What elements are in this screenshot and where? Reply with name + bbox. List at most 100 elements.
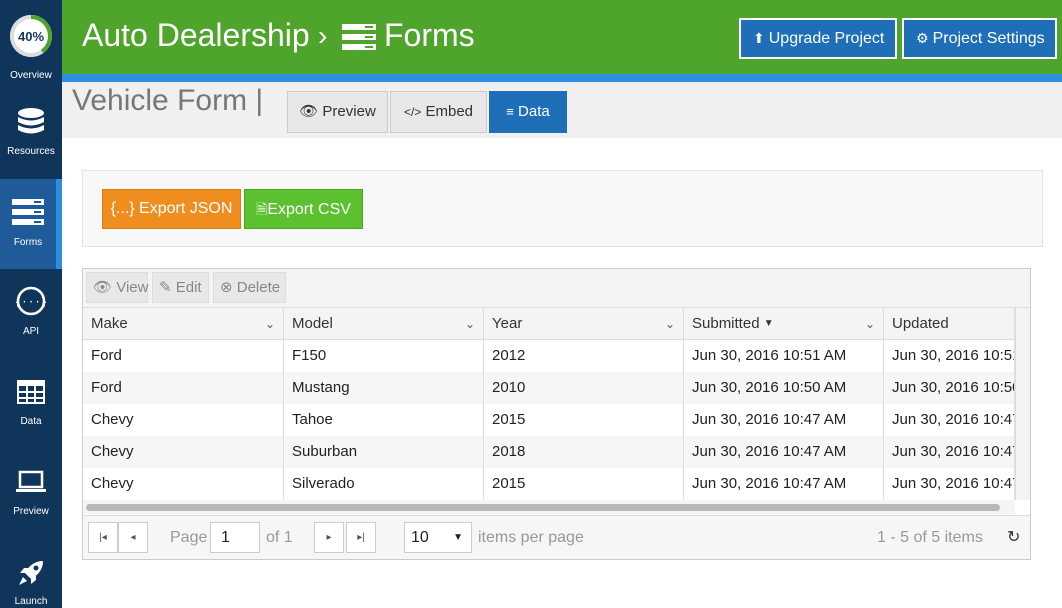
refresh-icon[interactable]: ↻ bbox=[1007, 522, 1020, 553]
table-cell: Suburban bbox=[284, 436, 484, 468]
sidebar-item-forms[interactable]: Forms bbox=[0, 179, 62, 269]
prev-page-button[interactable]: ◂ bbox=[118, 522, 148, 553]
grid-toolbar: 👁 View ✎ Edit ⊗ Delete bbox=[83, 269, 1030, 308]
tab-label: Data bbox=[518, 103, 550, 120]
grid-header-row: Make ⌄ Model ⌄ Year ⌄ Submitted ▼ ⌄ Upda… bbox=[83, 308, 1030, 340]
tab-preview[interactable]: 👁 Preview bbox=[287, 91, 388, 133]
table-cell: Jun 30, 2016 10:47 AM bbox=[884, 436, 1015, 468]
api-icon: {···} bbox=[16, 286, 46, 316]
progress-ring-icon: 40% bbox=[10, 15, 52, 57]
tab-embed[interactable]: </> Embed bbox=[390, 91, 487, 133]
chevron-down-icon[interactable]: ⌄ bbox=[465, 308, 475, 340]
database-icon: ≡ bbox=[506, 104, 514, 119]
table-cell: Chevy bbox=[83, 468, 284, 500]
sidebar-item-data[interactable]: Data bbox=[0, 358, 62, 448]
progress-label: 40% bbox=[18, 29, 44, 44]
chevron-down-icon[interactable]: ⌄ bbox=[265, 308, 275, 340]
table-cell: Jun 30, 2016 10:47 AM bbox=[684, 436, 884, 468]
edit-button[interactable]: ✎ Edit bbox=[152, 272, 209, 303]
column-header-make[interactable]: Make ⌄ bbox=[83, 308, 284, 340]
sidebar-item-label: API bbox=[22, 326, 40, 337]
table-row[interactable]: Chevy Suburban 2018 Jun 30, 2016 10:47 AM Ju… bbox=[83, 436, 1030, 468]
table-cell: Chevy bbox=[83, 404, 284, 436]
export-panel: {...} Export JSON 🗎Export CSV bbox=[82, 170, 1043, 247]
sidebar: 40% Overview Resources Forms {···} API D… bbox=[0, 0, 62, 608]
sidebar-item-label: Forms bbox=[13, 237, 43, 248]
edit-label: Edit bbox=[175, 279, 202, 296]
table-icon bbox=[17, 380, 45, 404]
sidebar-item-api[interactable]: {···} API bbox=[0, 268, 62, 358]
breadcrumb-forms[interactable]: Forms bbox=[384, 17, 475, 54]
next-page-button[interactable]: ▸ bbox=[314, 522, 344, 553]
sidebar-item-launch[interactable]: Launch bbox=[0, 538, 62, 608]
upgrade-project-label: Upgrade Project bbox=[768, 30, 885, 47]
sidebar-item-preview[interactable]: Preview bbox=[0, 448, 62, 538]
horizontal-scrollbar[interactable] bbox=[83, 500, 1015, 514]
table-cell: Jun 30, 2016 10:51 AM bbox=[884, 340, 1015, 372]
vertical-scrollbar[interactable] bbox=[1015, 308, 1030, 500]
column-header-year[interactable]: Year ⌄ bbox=[484, 308, 684, 340]
laptop-icon bbox=[16, 470, 46, 492]
project-settings-button[interactable]: ⚙ Project Settings bbox=[902, 18, 1057, 59]
table-cell: 2015 bbox=[484, 468, 684, 500]
page-size-value: 10 bbox=[411, 529, 429, 546]
column-header-submitted[interactable]: Submitted ▼ ⌄ bbox=[684, 308, 884, 340]
sidebar-item-label: Overview bbox=[10, 70, 52, 81]
column-label: Model bbox=[292, 315, 333, 332]
project-settings-label: Project Settings bbox=[932, 30, 1045, 47]
view-button[interactable]: 👁 View bbox=[86, 272, 148, 303]
table-row[interactable]: Chevy Silverado 2015 Jun 30, 2016 10:47 AM J… bbox=[83, 468, 1030, 500]
page-count: of 1 bbox=[266, 529, 293, 546]
page-label: Page bbox=[170, 529, 208, 546]
table-cell: Mustang bbox=[284, 372, 484, 404]
delete-button[interactable]: ⊗ Delete bbox=[213, 272, 286, 303]
tab-data[interactable]: ≡ Data bbox=[489, 91, 567, 133]
export-json-label: {...} Export JSON bbox=[110, 200, 233, 217]
page-input[interactable]: 1 bbox=[210, 522, 260, 553]
last-page-button[interactable]: ▸| bbox=[346, 522, 376, 553]
chevron-down-icon[interactable]: ⌄ bbox=[665, 308, 675, 340]
table-row[interactable]: Chevy Tahoe 2015 Jun 30, 2016 10:47 AM Jun 3… bbox=[83, 404, 1030, 436]
sidebar-item-resources[interactable]: Resources bbox=[0, 90, 62, 180]
table-cell: Ford bbox=[83, 340, 284, 372]
breadcrumb-separator: › bbox=[318, 20, 328, 51]
first-page-button[interactable]: |◂ bbox=[88, 522, 118, 553]
last-page-icon: ▸| bbox=[357, 532, 365, 543]
svg-text:{···}: {···} bbox=[16, 297, 46, 309]
chevron-down-icon[interactable]: ⌄ bbox=[865, 308, 875, 340]
column-header-model[interactable]: Model ⌄ bbox=[284, 308, 484, 340]
gears-icon: ⚙ bbox=[916, 30, 929, 46]
export-csv-button[interactable]: 🗎Export CSV bbox=[244, 189, 363, 229]
table-cell: Jun 30, 2016 10:50 AM bbox=[884, 372, 1015, 404]
table-cell: Jun 30, 2016 10:47 AM bbox=[684, 468, 884, 500]
prev-page-icon: ◂ bbox=[130, 532, 136, 543]
sort-desc-icon: ▼ bbox=[763, 318, 774, 329]
sidebar-item-label: Preview bbox=[13, 506, 49, 517]
sidebar-item-overview[interactable]: 40% Overview bbox=[0, 0, 62, 90]
table-cell: Jun 30, 2016 10:50 AM bbox=[684, 372, 884, 404]
items-summary: 1 - 5 of 5 items bbox=[877, 529, 983, 546]
column-header-updated[interactable]: Updated bbox=[884, 308, 1015, 340]
table-row[interactable]: Ford F150 2012 Jun 30, 2016 10:51 AM Jun 30,… bbox=[83, 340, 1030, 372]
column-label: Updated bbox=[892, 315, 949, 332]
next-page-icon: ▸ bbox=[326, 532, 332, 543]
top-header: Auto Dealership › Forms ⬆ Upgrade Project… bbox=[62, 0, 1062, 74]
column-label: Submitted bbox=[692, 315, 760, 332]
edit-icon: ✎ bbox=[159, 279, 172, 296]
form-title: Vehicle Form | bbox=[72, 84, 264, 117]
forms-icon bbox=[12, 199, 44, 225]
table-cell: 2010 bbox=[484, 372, 684, 404]
table-cell: Silverado bbox=[284, 468, 484, 500]
grid-pager: |◂ ◂ Page 1 of 1 ▸ ▸| 10 ▼ items per pag… bbox=[83, 515, 1030, 559]
table-cell: Tahoe bbox=[284, 404, 484, 436]
horizontal-scrollbar-thumb[interactable] bbox=[86, 504, 1000, 511]
forms-icon bbox=[342, 24, 376, 50]
export-json-button[interactable]: {...} Export JSON bbox=[102, 189, 241, 229]
sidebar-item-label: Data bbox=[20, 416, 42, 427]
project-title[interactable]: Auto Dealership bbox=[82, 17, 310, 54]
submissions-grid: 👁 View ✎ Edit ⊗ Delete Make ⌄ Model ⌄ Ye… bbox=[82, 268, 1031, 560]
database-icon bbox=[18, 108, 44, 134]
table-row[interactable]: Ford Mustang 2010 Jun 30, 2016 10:50 AM Jun … bbox=[83, 372, 1030, 404]
upgrade-project-button[interactable]: ⬆ Upgrade Project bbox=[739, 18, 897, 59]
page-size-select[interactable]: 10 ▼ bbox=[404, 522, 472, 553]
